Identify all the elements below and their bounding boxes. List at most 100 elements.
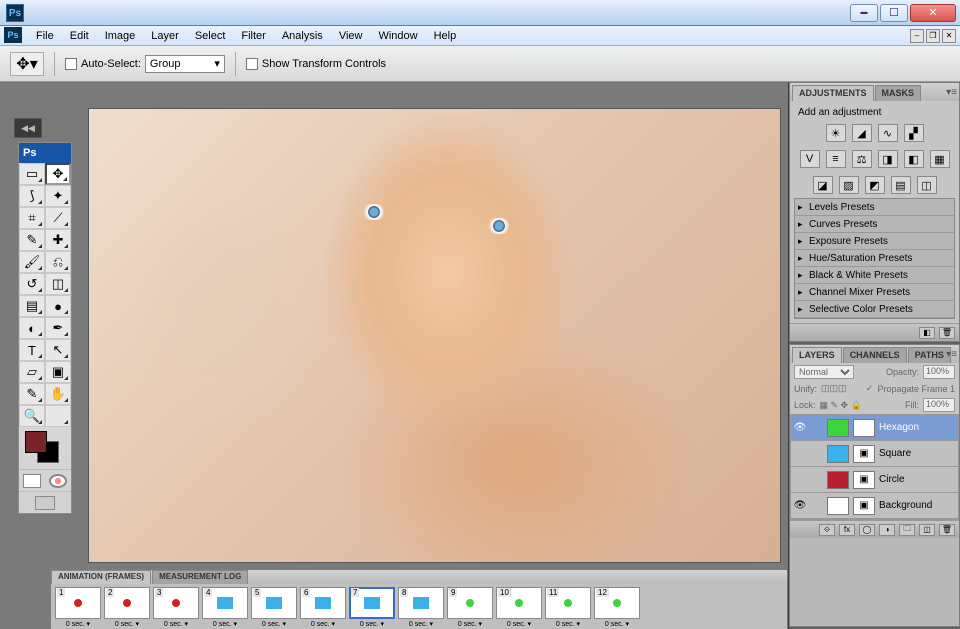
doc-min-button[interactable]: – xyxy=(910,29,924,43)
preset-item[interactable]: Selective Color Presets xyxy=(795,301,954,318)
tab-channels[interactable]: CHANNELS xyxy=(843,347,907,363)
current-tool-icon[interactable]: ✥▾ xyxy=(10,52,44,76)
screen-mode-row[interactable] xyxy=(19,491,71,513)
tool-crop[interactable]: ⌗ xyxy=(19,207,45,229)
panel-menu-icon[interactable]: ▾≡ xyxy=(946,87,957,98)
frame-delay[interactable]: 0 sec. ▾ xyxy=(104,619,150,628)
frame-delay[interactable]: 0 sec. ▾ xyxy=(349,619,395,628)
tool-notes[interactable]: ▣ xyxy=(45,361,71,383)
tool-healing[interactable]: ✚ xyxy=(45,229,71,251)
tool-eyedropper[interactable]: ✎ xyxy=(19,229,45,251)
fill-value[interactable]: 100% xyxy=(923,398,955,412)
brightness-icon[interactable]: ☀ xyxy=(826,124,846,142)
frame-delay[interactable]: 0 sec. ▾ xyxy=(55,619,101,628)
propagate-label[interactable]: Propagate Frame 1 xyxy=(877,384,955,394)
bw-icon[interactable]: ◨ xyxy=(878,150,898,168)
standard-mode-icon[interactable] xyxy=(23,474,41,488)
unify-icon[interactable]: ◫◫◫ xyxy=(821,383,847,394)
clip-icon[interactable]: ◧ xyxy=(919,327,935,339)
visibility-icon[interactable]: 👁 xyxy=(793,499,807,513)
levels-icon[interactable]: ◢ xyxy=(852,124,872,142)
toolbox-header[interactable]: Ps xyxy=(19,143,71,163)
preset-item[interactable]: Exposure Presets xyxy=(795,233,954,250)
frame-delay[interactable]: 0 sec. ▾ xyxy=(545,619,591,628)
animation-frame[interactable]: 40 sec. ▾ xyxy=(202,587,248,628)
frame-delay[interactable]: 0 sec. ▾ xyxy=(300,619,346,628)
tab-adjustments[interactable]: ADJUSTMENTS xyxy=(792,85,874,101)
group-icon[interactable]: 🗀 xyxy=(899,524,915,536)
frame-delay[interactable]: 0 sec. ▾ xyxy=(447,619,493,628)
frame-delay[interactable]: 0 sec. ▾ xyxy=(496,619,542,628)
gradient-map-icon[interactable]: ▤ xyxy=(891,176,911,194)
maximize-button[interactable] xyxy=(880,4,908,22)
frame-delay[interactable]: 0 sec. ▾ xyxy=(202,619,248,628)
close-button[interactable] xyxy=(910,4,956,22)
tool-path[interactable]: ↖ xyxy=(45,339,71,361)
toolbox-collapse-button[interactable]: ◀◀ xyxy=(14,118,42,138)
frame-delay[interactable]: 0 sec. ▾ xyxy=(398,619,444,628)
show-transform-option[interactable]: Show Transform Controls xyxy=(246,58,386,70)
frame-delay[interactable]: 0 sec. ▾ xyxy=(153,619,199,628)
exposure-icon[interactable]: ▞ xyxy=(904,124,924,142)
animation-frame[interactable]: 110 sec. ▾ xyxy=(545,587,591,628)
tab-paths[interactable]: PATHS xyxy=(908,347,951,363)
tab-measurement-log[interactable]: MEASUREMENT LOG xyxy=(152,570,248,584)
auto-select-option[interactable]: Auto-Select: Group▾ xyxy=(65,55,225,73)
tab-masks[interactable]: MASKS xyxy=(875,85,922,101)
hue-icon[interactable]: ≡ xyxy=(826,150,846,168)
preset-item[interactable]: Levels Presets xyxy=(795,199,954,216)
tool-dodge[interactable]: ◐ xyxy=(19,317,45,339)
screen-mode-icon[interactable] xyxy=(35,496,55,510)
preset-item[interactable]: Channel Mixer Presets xyxy=(795,284,954,301)
animation-frame[interactable]: 70 sec. ▾ xyxy=(349,587,395,628)
tool-gradient[interactable]: ▤ xyxy=(19,295,45,317)
document-canvas[interactable] xyxy=(88,108,781,563)
vibrance-icon[interactable]: V xyxy=(800,150,820,168)
delete-icon[interactable]: 🗑 xyxy=(939,524,955,536)
animation-frame[interactable]: 60 sec. ▾ xyxy=(300,587,346,628)
tool-pen[interactable]: ✒ xyxy=(45,317,71,339)
photo-filter-icon[interactable]: ◧ xyxy=(904,150,924,168)
animation-frame[interactable]: 100 sec. ▾ xyxy=(496,587,542,628)
posterize-icon[interactable]: ▨ xyxy=(839,176,859,194)
layer-row[interactable]: ▣Circle xyxy=(791,467,958,493)
threshold-icon[interactable]: ◩ xyxy=(865,176,885,194)
tool-eraser[interactable]: ◫ xyxy=(45,273,71,295)
tool-wand[interactable]: ✦ xyxy=(45,185,71,207)
visibility-icon[interactable] xyxy=(793,447,807,461)
invert-icon[interactable]: ◪ xyxy=(813,176,833,194)
animation-frame[interactable]: 90 sec. ▾ xyxy=(447,587,493,628)
layer-row[interactable]: ▣Square xyxy=(791,441,958,467)
menu-select[interactable]: Select xyxy=(187,28,234,44)
animation-frame[interactable]: 120 sec. ▾ xyxy=(594,587,640,628)
panel-menu-icon[interactable]: ▾≡ xyxy=(946,349,957,360)
doc-restore-button[interactable]: ❐ xyxy=(926,29,940,43)
lock-icons[interactable]: ▦ ✎ ✥ 🔒 xyxy=(820,400,862,411)
menu-view[interactable]: View xyxy=(331,28,371,44)
auto-select-checkbox[interactable] xyxy=(65,58,77,70)
menu-image[interactable]: Image xyxy=(97,28,144,44)
preset-item[interactable]: Curves Presets xyxy=(795,216,954,233)
menu-help[interactable]: Help xyxy=(426,28,465,44)
tool-history-brush[interactable]: ↺ xyxy=(19,273,45,295)
menu-filter[interactable]: Filter xyxy=(233,28,273,44)
foreground-color-swatch[interactable] xyxy=(25,431,47,453)
link-icon[interactable]: ⟐ xyxy=(819,524,835,536)
tool-color-sampler[interactable]: ✎ xyxy=(19,383,45,405)
layer-row[interactable]: 👁▣Hexagon xyxy=(791,415,958,441)
animation-frame[interactable]: 10 sec. ▾ xyxy=(55,587,101,628)
frame-delay[interactable]: 0 sec. ▾ xyxy=(594,619,640,628)
menu-edit[interactable]: Edit xyxy=(62,28,97,44)
frame-delay[interactable]: 0 sec. ▾ xyxy=(251,619,297,628)
visibility-icon[interactable] xyxy=(793,473,807,487)
layer-row[interactable]: 👁▣Background xyxy=(791,493,958,519)
fx-icon[interactable]: fx xyxy=(839,524,855,536)
new-layer-icon[interactable]: ◫ xyxy=(919,524,935,536)
opacity-value[interactable]: 100% xyxy=(923,365,955,379)
animation-frame[interactable]: 30 sec. ▾ xyxy=(153,587,199,628)
doc-close-button[interactable]: ✕ xyxy=(942,29,956,43)
channel-mixer-icon[interactable]: ▦ xyxy=(930,150,950,168)
menu-layer[interactable]: Layer xyxy=(143,28,187,44)
tool-slice[interactable]: ⟋ xyxy=(45,207,71,229)
tool-marquee[interactable]: ▭ xyxy=(19,163,45,185)
